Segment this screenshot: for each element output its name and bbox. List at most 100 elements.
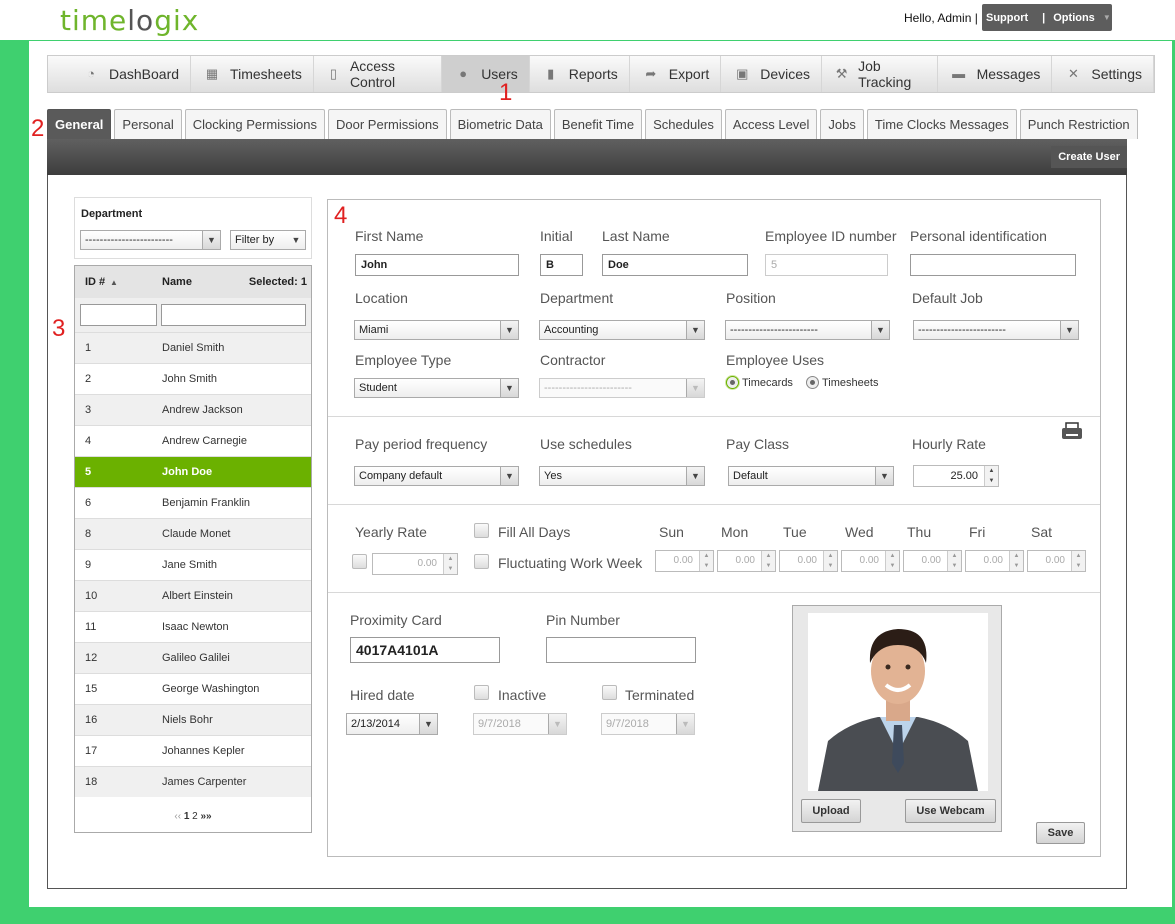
spinner-arrows-icon[interactable]: ▲ ▼	[443, 554, 457, 574]
upload-button[interactable]: Upload	[801, 799, 861, 823]
table-row[interactable]: 16 Niels Bohr	[75, 704, 311, 735]
tab-time-clocks-messages[interactable]: Time Clocks Messages	[866, 109, 1017, 139]
menu-devices[interactable]: ▣ Devices	[721, 56, 823, 92]
table-row[interactable]: 1 Daniel Smith	[75, 332, 311, 363]
table-row[interactable]: 4 Andrew Carnegie	[75, 425, 311, 456]
day-hours-input-wed[interactable]: 0.00 ▲ ▼	[841, 550, 900, 572]
day-hours-input-thu[interactable]: 0.00 ▲ ▼	[903, 550, 962, 572]
timesheets-radio[interactable]: Timesheets	[806, 376, 878, 389]
menu-access-control[interactable]: ▯ Access Control	[314, 56, 443, 92]
proximity-card-input[interactable]: 4017A4101A	[350, 637, 500, 663]
menu-timesheets[interactable]: ▦ Timesheets	[191, 56, 314, 92]
day-hours-input-sat[interactable]: 0.00 ▲ ▼	[1027, 550, 1086, 572]
spinner-arrows-icon[interactable]: ▲ ▼	[699, 551, 713, 571]
pay-period-select[interactable]: Company default ▼	[354, 466, 519, 486]
timecards-radio[interactable]: Timecards	[726, 376, 793, 389]
employee-id-input[interactable]: 5	[765, 254, 888, 276]
inactive-date-picker[interactable]: 9/7/2018 ▼	[473, 713, 567, 735]
hourly-rate-input[interactable]: 25.00 ▲ ▼	[913, 465, 999, 487]
yearly-rate-input[interactable]: 0.00 ▲ ▼	[372, 553, 458, 575]
table-row[interactable]: 18 James Carpenter	[75, 766, 311, 797]
next-page-button[interactable]: »»	[201, 811, 212, 822]
table-row[interactable]: 15 George Washington	[75, 673, 311, 704]
use-schedules-select[interactable]: Yes ▼	[539, 466, 705, 486]
create-user-button[interactable]: Create User	[1051, 146, 1127, 168]
menu-job-tracking[interactable]: ⚒ Job Tracking	[822, 56, 938, 92]
employee-type-select[interactable]: Student ▼	[354, 378, 519, 398]
table-row[interactable]: 2 John Smith	[75, 363, 311, 394]
table-row[interactable]: 11 Isaac Newton	[75, 611, 311, 642]
inactive-checkbox[interactable]	[474, 685, 489, 700]
department-filter-select[interactable]: ------------------------ ▼	[80, 230, 221, 250]
menu-messages[interactable]: ▬ Messages	[938, 56, 1053, 92]
day-hours-input-tue[interactable]: 0.00 ▲ ▼	[779, 550, 838, 572]
table-row[interactable]: 8 Claude Monet	[75, 518, 311, 549]
page-1-link[interactable]: 1	[184, 811, 190, 822]
spinner-arrows-icon[interactable]: ▲ ▼	[1009, 551, 1023, 571]
menu-reports[interactable]: ▮ Reports	[530, 56, 630, 92]
position-select[interactable]: ------------------------ ▼	[725, 320, 890, 340]
tab-door-permissions[interactable]: Door Permissions	[328, 109, 447, 139]
terminated-date-picker[interactable]: 9/7/2018 ▼	[601, 713, 695, 735]
options-menu[interactable]: Options	[1049, 12, 1099, 24]
pin-number-input[interactable]	[546, 637, 696, 663]
day-hours-input-fri[interactable]: 0.00 ▲ ▼	[965, 550, 1024, 572]
first-name-input[interactable]: John	[355, 254, 519, 276]
filter-by-button[interactable]: Filter by ▼	[230, 230, 306, 250]
printer-icon[interactable]	[1061, 422, 1083, 440]
hired-date-picker[interactable]: 2/13/2014 ▼	[346, 713, 438, 735]
id-filter-input[interactable]	[80, 304, 157, 326]
table-row[interactable]: 5 John Doe	[75, 456, 311, 487]
tab-general[interactable]: General	[47, 109, 112, 139]
spinner-arrows-icon[interactable]: ▲ ▼	[1071, 551, 1085, 571]
page-2-link[interactable]: 2	[192, 811, 198, 822]
default-job-select[interactable]: ------------------------ ▼	[913, 320, 1079, 340]
spinner-arrows-icon[interactable]: ▲ ▼	[947, 551, 961, 571]
support-link[interactable]: Support	[982, 12, 1032, 24]
tab-clocking-permissions[interactable]: Clocking Permissions	[184, 109, 325, 139]
fluctuating-checkbox[interactable]	[474, 554, 489, 569]
tab-jobs[interactable]: Jobs	[820, 109, 864, 139]
terminated-checkbox[interactable]	[602, 685, 617, 700]
table-row[interactable]: 9 Jane Smith	[75, 549, 311, 580]
spinner-arrows-icon[interactable]: ▲ ▼	[984, 466, 998, 486]
table-row[interactable]: 10 Albert Einstein	[75, 580, 311, 611]
contractor-select[interactable]: ------------------------ ▼	[539, 378, 705, 398]
id-column-header[interactable]: ID #	[85, 276, 105, 288]
save-button[interactable]: Save	[1036, 822, 1085, 844]
table-row[interactable]: 6 Benjamin Franklin	[75, 487, 311, 518]
top-buttons: Support | Options ▼	[982, 4, 1112, 31]
initial-input[interactable]: B	[540, 254, 583, 276]
pay-class-select[interactable]: Default ▼	[728, 466, 894, 486]
menu-export[interactable]: ➦ Export	[630, 56, 722, 92]
list-filters	[75, 298, 311, 332]
tab-schedules[interactable]: Schedules	[645, 109, 722, 139]
personal-id-input[interactable]	[910, 254, 1076, 276]
use-webcam-button[interactable]: Use Webcam	[905, 799, 996, 823]
yearly-rate-checkbox[interactable]	[352, 554, 367, 569]
day-hours-input-mon[interactable]: 0.00 ▲ ▼	[717, 550, 776, 572]
location-select[interactable]: Miami ▼	[354, 320, 519, 340]
last-name-input[interactable]: Doe	[602, 254, 748, 276]
tab-personal[interactable]: Personal	[114, 109, 182, 139]
table-row[interactable]: 3 Andrew Jackson	[75, 394, 311, 425]
prev-page-button[interactable]: ‹‹	[174, 811, 181, 822]
table-row[interactable]: 17 Johannes Kepler	[75, 735, 311, 766]
tab-access-level[interactable]: Access Level	[724, 109, 818, 139]
menu-settings[interactable]: ✕ Settings	[1052, 56, 1154, 92]
department-label: Department	[540, 290, 614, 306]
name-column-header[interactable]: Name	[162, 276, 192, 288]
menu-dashboard[interactable]: ◔ DashBoard	[70, 56, 192, 92]
fill-all-days-checkbox[interactable]	[474, 523, 489, 538]
tab-biometric-data[interactable]: Biometric Data	[449, 109, 551, 139]
spinner-arrows-icon[interactable]: ▲ ▼	[823, 551, 837, 571]
spinner-arrows-icon[interactable]: ▲ ▼	[761, 551, 775, 571]
name-filter-input[interactable]	[161, 304, 306, 326]
table-row[interactable]: 12 Galileo Galilei	[75, 642, 311, 673]
tab-punch-restriction[interactable]: Punch Restriction	[1019, 109, 1138, 139]
day-hours-input-sun[interactable]: 0.00 ▲ ▼	[655, 550, 714, 572]
tab-benefit-time[interactable]: Benefit Time	[553, 109, 643, 139]
spinner-arrows-icon[interactable]: ▲ ▼	[885, 551, 899, 571]
menu-users[interactable]: ● Users	[442, 56, 530, 92]
department-select[interactable]: Accounting ▼	[539, 320, 705, 340]
